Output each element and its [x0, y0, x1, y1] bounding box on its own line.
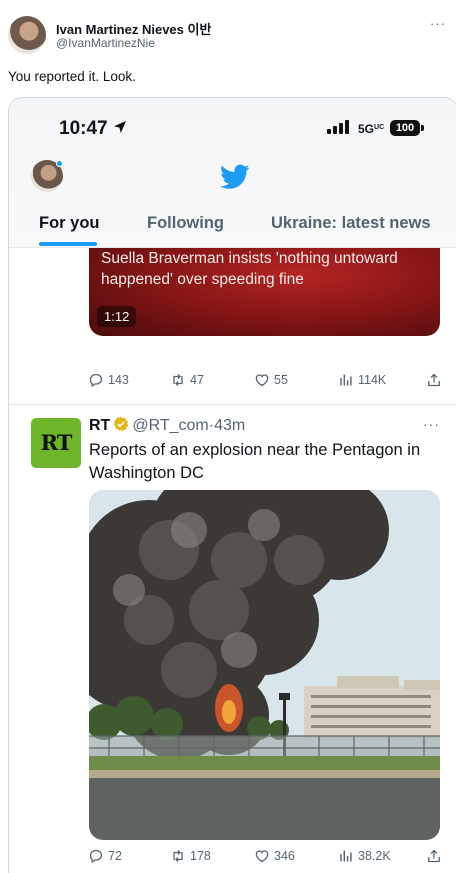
- network-type: 5GUC: [358, 122, 385, 136]
- author-handle[interactable]: @IvanMartinezNie: [56, 36, 155, 50]
- rt-view-count: 38.2K: [358, 849, 391, 863]
- tweet-text: You reported it. Look.: [8, 69, 136, 84]
- status-time: 10:47: [59, 118, 108, 139]
- video-caption: Suella Braverman insists 'nothing untowa…: [101, 250, 398, 288]
- explosion-scene: [89, 490, 440, 840]
- reply-icon: [89, 373, 103, 387]
- tab-following[interactable]: Following: [147, 214, 224, 233]
- rt-like-button[interactable]: 346: [255, 849, 295, 863]
- video-duration: 1:12: [97, 306, 137, 327]
- battery-tip: [421, 125, 424, 131]
- retweet-icon: [173, 850, 183, 862]
- author-avatar[interactable]: [8, 16, 46, 54]
- view-count: 114K: [358, 373, 387, 387]
- reply-icon: [89, 849, 103, 863]
- rt-reply-button[interactable]: 72: [89, 849, 122, 863]
- rt-retweet-button[interactable]: 178: [171, 849, 211, 863]
- attached-screenshot[interactable]: 10:47 5GUC 100 For you Following Ukraine…: [8, 97, 456, 873]
- tab-for-you[interactable]: For you: [39, 214, 100, 233]
- rt-more-options-button[interactable]: ···: [423, 416, 440, 432]
- rt-avatar[interactable]: RT: [31, 418, 81, 468]
- rt-retweet-count: 178: [190, 849, 211, 863]
- battery-indicator: 100: [390, 120, 420, 136]
- explosion-photo[interactable]: [89, 490, 440, 840]
- signal-icon: [327, 120, 349, 134]
- outer-tweet-header: Ivan Martinez Nieves 이반 @IvanMartinezNie…: [8, 14, 448, 58]
- retweet-icon: [173, 374, 183, 386]
- rt-display-name[interactable]: RT: [89, 417, 110, 434]
- views-button[interactable]: 114K: [339, 373, 386, 387]
- rt-tweet-text: Reports of an explosion near the Pentago…: [89, 441, 421, 482]
- views-icon: [340, 374, 352, 386]
- phone-header: 10:47 5GUC 100 For you Following Ukraine…: [9, 98, 456, 248]
- location-arrow-icon: [114, 121, 126, 133]
- rt-views-button[interactable]: 38.2K: [339, 849, 391, 863]
- rt-like-count: 346: [274, 849, 295, 863]
- share-button[interactable]: [427, 373, 441, 387]
- like-icon: [255, 374, 269, 387]
- twitter-bird-icon[interactable]: [220, 164, 250, 190]
- tweet-age[interactable]: 43m: [214, 417, 245, 434]
- rt-share-button[interactable]: [427, 849, 441, 863]
- retweet-button[interactable]: 47: [171, 373, 204, 387]
- notification-dot: [56, 160, 63, 167]
- rt-reply-count: 72: [108, 849, 122, 863]
- rt-tweet-actions: 72 178 346 38.2K: [89, 849, 440, 869]
- reply-button[interactable]: 143: [89, 373, 129, 387]
- more-options-button[interactable]: ···: [430, 16, 446, 31]
- like-icon: [255, 850, 269, 863]
- tab-ukraine-latest-news[interactable]: Ukraine: latest news: [271, 214, 431, 233]
- rt-tweet-header: RT @RT_com·43m: [89, 416, 245, 435]
- share-icon: [428, 849, 440, 863]
- share-icon: [428, 373, 440, 387]
- retweet-count: 47: [190, 373, 204, 387]
- reply-count: 143: [108, 373, 129, 387]
- video-tweet-actions: 143 47 55 114K: [89, 373, 440, 393]
- rt-handle[interactable]: @RT_com: [132, 417, 208, 434]
- tweet-divider: [9, 404, 456, 405]
- verified-badge-icon: [114, 416, 129, 432]
- views-icon: [340, 850, 352, 862]
- video-player[interactable]: Suella Braverman insists 'nothing untowa…: [89, 248, 440, 336]
- active-tab-indicator: [39, 242, 97, 246]
- like-count: 55: [274, 373, 288, 387]
- like-button[interactable]: 55: [255, 373, 288, 387]
